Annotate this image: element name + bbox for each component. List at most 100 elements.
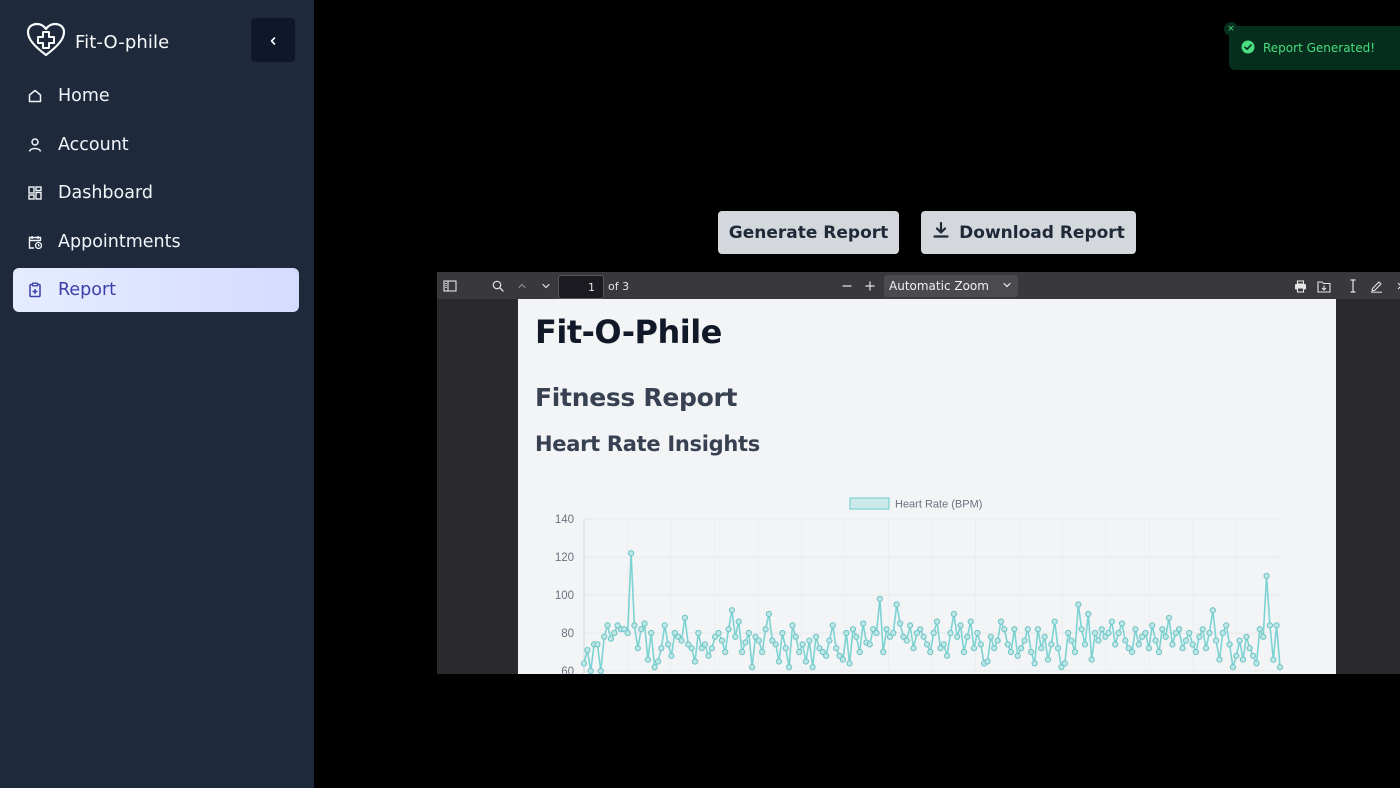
data-point: [1007, 648, 1015, 656]
data-point: [755, 637, 762, 644]
y-tick-label: 120: [555, 552, 574, 564]
data-point: [940, 641, 947, 648]
data-point: [853, 633, 860, 640]
more-tools-icon[interactable]: [1392, 278, 1400, 294]
sidebar-item-account[interactable]: Account: [13, 123, 299, 167]
zoom-out-icon[interactable]: [839, 278, 855, 294]
data-point: [1132, 626, 1139, 633]
data-point: [631, 622, 638, 629]
chevron-down-icon[interactable]: [538, 278, 554, 294]
chevron-up-icon[interactable]: [514, 278, 530, 294]
data-point: [843, 629, 850, 637]
data-point: [681, 614, 688, 621]
data-point: [1078, 626, 1085, 633]
data-point: [587, 667, 594, 674]
data-point: [782, 645, 789, 652]
text-cursor-icon[interactable]: [1345, 278, 1361, 294]
sidebar: Fit-O-phile Home Account Dashboard Appoi…: [0, 0, 314, 788]
sidebar-item-report[interactable]: Report: [13, 268, 299, 312]
document-title: Fit-O-Phile: [535, 313, 722, 351]
check-circle-icon: [1241, 40, 1255, 57]
page-total: of 3: [608, 280, 630, 293]
data-point: [1055, 645, 1062, 652]
data-point: [749, 664, 756, 671]
data-point: [1179, 645, 1186, 652]
toast-close-button[interactable]: ×: [1224, 22, 1238, 36]
data-point: [1038, 645, 1045, 652]
zoom-select[interactable]: Automatic Zoom: [884, 275, 1018, 297]
data-point: [1149, 622, 1156, 629]
download-report-button[interactable]: Download Report: [921, 211, 1136, 254]
sidebar-nav: Home Account Dashboard Appointments Repo…: [13, 74, 299, 317]
toast-message: Report Generated!: [1263, 41, 1376, 55]
data-point: [628, 550, 635, 557]
sidebar-item-label: Home: [58, 86, 110, 106]
data-point: [1263, 572, 1270, 580]
brand[interactable]: Fit-O-phile: [26, 22, 169, 62]
data-point: [1092, 629, 1099, 637]
data-point: [786, 664, 793, 671]
data-point: [638, 626, 645, 633]
data-point: [1239, 656, 1247, 663]
data-point: [1014, 652, 1021, 659]
data-point: [597, 667, 604, 674]
data-point: [1169, 641, 1176, 648]
pen-icon[interactable]: [1368, 278, 1384, 294]
data-point: [1098, 626, 1105, 633]
data-point: [823, 652, 830, 659]
collapse-sidebar-button[interactable]: [251, 18, 295, 62]
pdf-viewer[interactable]: of 3 Automatic Zoom Fit-O-Phi: [437, 272, 1400, 674]
data-point: [1229, 664, 1237, 671]
data-point: [661, 622, 668, 629]
data-point: [644, 656, 651, 663]
legend-swatch: [849, 497, 890, 510]
data-point: [1219, 629, 1226, 637]
data-point: [775, 658, 783, 665]
sidebar-toggle-icon[interactable]: [442, 278, 458, 294]
data-point: [651, 664, 658, 671]
data-point: [668, 652, 675, 659]
sidebar-item-label: Account: [58, 134, 129, 155]
data-point: [1024, 626, 1031, 633]
data-point: [1260, 633, 1267, 640]
sidebar-item-appointments[interactable]: Appointments: [13, 220, 299, 264]
data-point: [1004, 641, 1011, 648]
data-point: [933, 618, 941, 625]
dashboard-icon: [27, 185, 43, 201]
data-point: [987, 633, 994, 640]
data-point: [1142, 629, 1149, 637]
data-point: [765, 610, 772, 618]
data-point: [715, 629, 722, 637]
sidebar-item-dashboard[interactable]: Dashboard: [13, 171, 299, 215]
data-point: [792, 633, 799, 640]
save-icon[interactable]: [1316, 278, 1332, 294]
home-icon: [27, 88, 43, 104]
data-point: [1276, 664, 1284, 671]
data-point: [1088, 656, 1095, 663]
data-point: [1041, 633, 1048, 640]
print-icon[interactable]: [1292, 278, 1308, 294]
sidebar-item-label: Appointments: [58, 231, 181, 252]
data-point: [799, 641, 806, 648]
data-point: [806, 637, 813, 644]
data-point: [1065, 629, 1072, 637]
data-point: [728, 607, 735, 614]
data-point: [1196, 633, 1203, 640]
y-tick-label: 100: [555, 590, 574, 602]
data-point: [1226, 641, 1233, 648]
data-point: [722, 648, 729, 656]
section-heading: Heart Rate Insights: [535, 432, 760, 456]
y-tick-label: 60: [561, 666, 574, 674]
data-point: [1155, 648, 1163, 656]
page-number-input[interactable]: [558, 275, 604, 299]
zoom-in-icon[interactable]: [862, 278, 878, 294]
data-point: [1273, 622, 1280, 629]
sidebar-item-home[interactable]: Home: [13, 74, 299, 118]
data-point: [1112, 641, 1119, 648]
data-point: [1051, 618, 1058, 625]
generate-report-button[interactable]: Generate Report: [718, 211, 899, 254]
download-report-label: Download Report: [959, 222, 1125, 243]
legend-label: Heart Rate (BPM): [895, 499, 982, 511]
data-point: [1145, 645, 1153, 652]
search-icon[interactable]: [490, 278, 506, 294]
